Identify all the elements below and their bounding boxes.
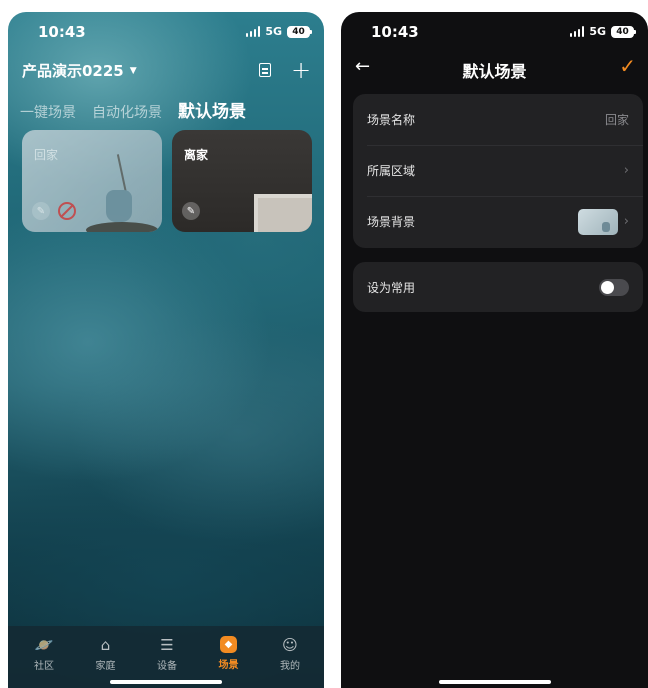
edit-icon[interactable]: ✎ [32,202,50,220]
battery-icon: 40 [287,25,312,38]
scene-detail-screen: 10:43 5G 40 ← 默认场景 ✓ 场景名称 回家 所属区域 › 场景背景… [341,12,648,688]
status-bar: 10:43 5G 40 [8,12,324,52]
tab-label: 场景 [218,660,239,671]
home-selector[interactable]: 产品演示0225 ▼ [22,60,137,81]
status-indicators: 5G 40 [569,25,636,38]
row-label: 场景背景 [367,215,416,229]
area-row[interactable]: 所属区域 › [353,145,643,196]
favorite-group: 设为常用 [353,262,643,312]
confirm-check-icon[interactable]: ✓ [619,54,636,78]
tab-devices[interactable]: ☰ 设备 [147,636,187,672]
background-thumbnail [577,208,618,235]
status-indicators: 5G 40 [245,25,312,38]
home-indicator [110,680,222,684]
device-icon: ☰ [160,636,174,654]
status-bar: 10:43 5G 40 [341,12,648,52]
signal-icon [245,26,261,37]
tab-me[interactable]: ☺ 我的 [270,636,310,672]
branch-decoration [116,154,127,194]
chevron-right-icon: › [623,214,629,229]
profile-icon: ☺ [282,636,298,654]
tab-one-tap-scene[interactable]: 一键场景 [20,102,76,122]
status-time: 10:43 [38,23,86,41]
status-time: 10:43 [371,23,419,41]
tab-default-scene[interactable]: 默认场景 [178,97,246,122]
tab-home[interactable]: ⌂ 家庭 [86,636,126,672]
tab-community[interactable]: 🪐 社区 [24,636,64,672]
tab-scenes[interactable]: ◆ 场景 [209,636,249,672]
row-label: 设为常用 [367,281,416,295]
vase-decoration [106,190,132,222]
scene-name-row[interactable]: 场景名称 回家 [353,94,643,145]
picture-frame-decoration [254,194,312,232]
scene-icon: ◆ [220,636,237,653]
scene-list-screen: 10:43 5G 40 产品演示0225 ▼ + 一键场景 自动化场景 默认场景… [8,12,324,688]
network-type: 5G [589,25,606,38]
background-row[interactable]: 场景背景 › [353,196,643,247]
scene-tabs: 一键场景 自动化场景 默认场景 [20,97,246,122]
tab-label: 我的 [280,661,300,672]
scene-card-home[interactable]: 回家 ✎ [22,130,162,232]
network-type: 5G [265,25,282,38]
planet-icon: 🪐 [34,636,54,654]
plus-icon[interactable]: + [290,58,312,82]
scene-card-label: 离家 [184,148,209,162]
favorite-toggle[interactable] [599,279,629,296]
tab-label: 社区 [34,661,54,672]
scene-name-value: 回家 [604,113,629,127]
stand-decoration [86,222,158,232]
row-label: 场景名称 [367,113,416,127]
house-icon: ⌂ [100,636,111,654]
bottom-tab-bar: 🪐 社区 ⌂ 家庭 ☰ 设备 ◆ 场景 ☺ 我的 [8,626,324,688]
page-title: 默认场景 [462,62,527,81]
tab-automation-scene[interactable]: 自动化场景 [92,102,162,122]
favorite-row: 设为常用 [353,262,643,313]
tab-label: 家庭 [95,661,116,672]
disabled-icon [58,202,76,220]
tab-label: 设备 [157,661,177,672]
caret-down-icon: ▼ [129,65,137,76]
edit-icon[interactable]: ✎ [182,202,200,220]
chevron-right-icon: › [623,163,629,178]
row-label: 所属区域 [367,164,416,178]
battery-icon: 40 [611,25,636,38]
nav-bar: ← 默认场景 ✓ [341,54,648,84]
scene-settings-group: 场景名称 回家 所属区域 › 场景背景 › [353,94,643,248]
home-indicator [438,680,551,684]
home-name: 产品演示0225 [22,62,124,80]
signal-icon [569,26,585,37]
scene-card-label: 回家 [34,148,59,162]
scene-card-away[interactable]: 离家 ✎ [172,130,312,232]
document-icon[interactable] [254,59,276,81]
